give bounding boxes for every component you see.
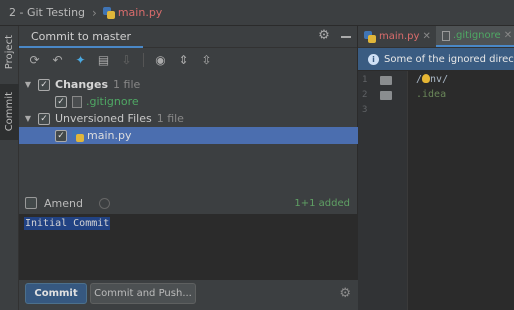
changes-group-count: 1 file bbox=[113, 78, 141, 91]
eye-icon[interactable]: ◉ bbox=[151, 51, 170, 70]
folder-icon bbox=[380, 76, 392, 85]
tab-main-py[interactable]: main.py ✕ bbox=[358, 26, 436, 47]
lightbulb-icon[interactable] bbox=[422, 74, 431, 83]
close-icon[interactable]: ✕ bbox=[504, 30, 512, 41]
banner-text: Some of the ignored directories are not … bbox=[384, 53, 514, 65]
show-diff-icon[interactable]: ▤ bbox=[94, 51, 113, 70]
breadcrumb-project[interactable]: 2 - Git Testing bbox=[9, 6, 85, 19]
stripe-tab-commit-label: Commit bbox=[4, 92, 15, 132]
editor-tabs: main.py ✕ .gitignore ✕ bbox=[358, 26, 514, 48]
line-number: 2 bbox=[362, 90, 368, 100]
list-item-selected[interactable]: ✓ main.py bbox=[19, 127, 358, 144]
changes-group-label: Changes bbox=[55, 78, 109, 91]
clock-icon[interactable] bbox=[98, 197, 110, 209]
commit-button[interactable]: Commit bbox=[25, 283, 87, 304]
breadcrumb-file[interactable]: main.py bbox=[118, 6, 162, 19]
unversioned-group-count: 1 file bbox=[156, 112, 184, 125]
shelve-icon[interactable]: ⇩ bbox=[117, 51, 136, 70]
python-file-icon bbox=[72, 129, 84, 142]
code-line[interactable]: / nv/ bbox=[416, 74, 448, 85]
editor-gutter: 1 2 3 bbox=[358, 71, 408, 310]
stripe-tab-commit[interactable]: Commit bbox=[0, 84, 19, 140]
commit-message-text[interactable]: Initial Commit bbox=[24, 217, 111, 230]
python-file-icon bbox=[102, 6, 115, 19]
unversioned-group-label: Unversioned Files bbox=[55, 112, 152, 125]
toolbar-separator bbox=[143, 53, 144, 67]
unversioned-group-row[interactable]: ▼ ✓ Unversioned Files 1 file bbox=[19, 110, 358, 127]
file-name: main.py bbox=[87, 129, 132, 142]
folder-icon bbox=[380, 91, 392, 100]
changes-group-checkbox[interactable]: ✓ bbox=[38, 78, 50, 91]
amend-label[interactable]: Amend bbox=[44, 197, 83, 210]
file-checkbox[interactable]: ✓ bbox=[55, 129, 67, 142]
update-changes-icon[interactable]: ✦ bbox=[71, 51, 90, 70]
minimize-icon[interactable] bbox=[341, 36, 351, 38]
close-icon[interactable]: ✕ bbox=[422, 31, 430, 42]
file-checkbox[interactable]: ✓ bbox=[55, 95, 67, 108]
info-icon: i bbox=[368, 53, 379, 65]
info-banner: i Some of the ignored directories are no… bbox=[358, 48, 514, 70]
chevron-down-icon[interactable]: ▼ bbox=[23, 114, 33, 123]
stripe-tab-project-label: Project bbox=[4, 34, 15, 70]
breadcrumb: 2 - Git Testing › main.py bbox=[0, 0, 514, 26]
code-line[interactable]: .idea bbox=[416, 89, 446, 100]
code-text: .idea bbox=[416, 89, 447, 100]
list-item[interactable]: ✓ .gitignore bbox=[19, 93, 358, 110]
tab-label: .gitignore bbox=[452, 30, 501, 41]
refresh-icon[interactable]: ⟳ bbox=[25, 51, 44, 70]
line-number: 1 bbox=[362, 75, 368, 85]
unversioned-group-checkbox[interactable]: ✓ bbox=[38, 112, 50, 125]
tab-commit-to-master[interactable]: Commit to master bbox=[19, 26, 144, 48]
file-name: .gitignore bbox=[86, 95, 139, 108]
gitignore-file-icon bbox=[72, 95, 82, 108]
stripe-tab-project[interactable]: Project bbox=[0, 30, 19, 74]
breadcrumb-separator: › bbox=[92, 5, 97, 20]
commit-button-bar: Commit Commit and Push... ⚙ bbox=[19, 280, 358, 310]
gear-icon[interactable]: ⚙ bbox=[317, 29, 331, 43]
editor: main.py ✕ .gitignore ✕ i Some of the ign… bbox=[358, 26, 514, 310]
collapse-all-icon[interactable]: ⇳ bbox=[197, 51, 216, 70]
line-number: 3 bbox=[362, 105, 368, 115]
amend-row: Amend 1+1 added bbox=[19, 192, 358, 214]
added-status: 1+1 added bbox=[294, 197, 350, 209]
commit-message-editor[interactable]: Initial Commit bbox=[19, 214, 358, 280]
gear-icon[interactable]: ⚙ bbox=[339, 286, 351, 301]
gitignore-file-icon bbox=[441, 30, 450, 41]
chevron-down-icon[interactable]: ▼ bbox=[23, 80, 33, 89]
code-text: nv/ bbox=[430, 74, 449, 85]
tool-window-stripe: Project Commit bbox=[0, 26, 19, 310]
expand-all-icon[interactable]: ⇕ bbox=[174, 51, 193, 70]
rollback-icon[interactable]: ↶ bbox=[48, 51, 67, 70]
commit-toolbar: ⟳ ↶ ✦ ▤ ⇩ ◉ ⇕ ⇳ bbox=[19, 48, 357, 72]
tab-gitignore[interactable]: .gitignore ✕ bbox=[435, 26, 514, 47]
commit-panel-header: Commit to master ⚙ bbox=[19, 26, 357, 48]
commit-and-push-button[interactable]: Commit and Push... bbox=[90, 283, 196, 304]
changes-group-row[interactable]: ▼ ✓ Changes 1 file bbox=[19, 76, 358, 93]
amend-checkbox[interactable] bbox=[25, 197, 37, 209]
tab-label: main.py bbox=[379, 31, 420, 42]
commit-tool-window: Commit to master ⚙ ⟳ ↶ ✦ ▤ ⇩ ◉ ⇕ ⇳ ▼ ✓ C… bbox=[19, 26, 358, 310]
python-file-icon bbox=[364, 30, 376, 43]
